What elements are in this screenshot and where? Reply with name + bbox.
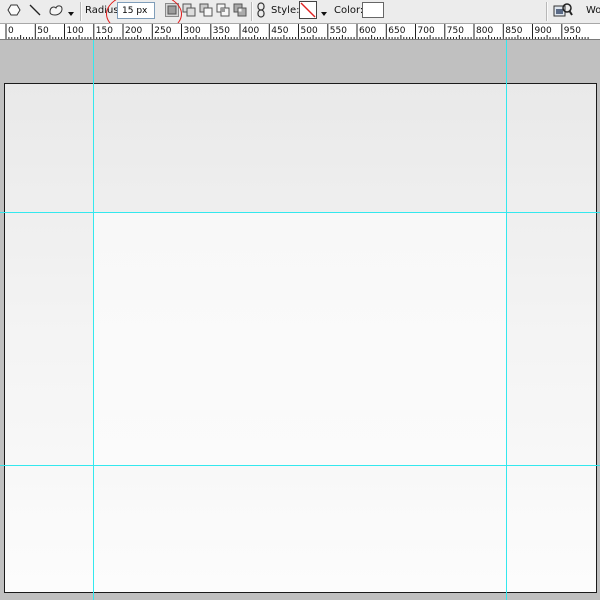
ruler-label: 850 bbox=[505, 26, 522, 36]
ruler-label: 700 bbox=[418, 26, 435, 36]
color-swatch[interactable] bbox=[362, 2, 384, 18]
line-icon bbox=[28, 2, 42, 21]
polygon-icon bbox=[7, 2, 21, 21]
ruler-label: 100 bbox=[67, 26, 84, 36]
custom-shape-icon bbox=[48, 2, 64, 21]
add-to-shape-area-icon bbox=[182, 2, 196, 21]
horizontal-ruler[interactable]: 0 50 100 150 200 250 300 350 400 450 500 550 600 650 7… bbox=[0, 24, 600, 40]
workspace-label: Wo bbox=[586, 5, 600, 16]
exclude-overlapping-areas-icon bbox=[233, 2, 247, 21]
separator bbox=[546, 2, 548, 21]
link-button[interactable] bbox=[254, 0, 268, 23]
exclude-overlapping-areas-button[interactable] bbox=[232, 0, 248, 23]
ruler-label: 950 bbox=[564, 26, 581, 36]
intersect-shape-areas-icon bbox=[216, 2, 230, 21]
separator bbox=[80, 2, 82, 21]
ruler-label: 0 bbox=[8, 26, 14, 36]
new-shape-layer-icon bbox=[165, 2, 179, 21]
subtract-from-shape-area-icon bbox=[199, 2, 213, 21]
ruler-label: 600 bbox=[359, 26, 376, 36]
ruler-label: 400 bbox=[242, 26, 259, 36]
color-label: Color: bbox=[334, 5, 364, 16]
tool-dropdown-button[interactable] bbox=[66, 0, 76, 23]
new-shape-layer-button[interactable] bbox=[164, 0, 180, 23]
ruler-ticks: 0 50 100 150 200 250 300 350 400 450 500 550 600 650 7… bbox=[5, 24, 589, 39]
ruler-label: 350 bbox=[213, 26, 230, 36]
polygon-tool-button[interactable] bbox=[4, 0, 24, 23]
ruler-label: 550 bbox=[330, 26, 347, 36]
ruler-label: 800 bbox=[476, 26, 493, 36]
workspace-button[interactable] bbox=[551, 0, 575, 23]
ruler-label: 450 bbox=[271, 26, 288, 36]
custom-shape-tool-button[interactable] bbox=[46, 0, 66, 23]
ruler-label: 750 bbox=[447, 26, 464, 36]
link-icon bbox=[256, 1, 266, 22]
ruler-label: 200 bbox=[125, 26, 142, 36]
ruler-label: 250 bbox=[154, 26, 171, 36]
chevron-down-icon bbox=[320, 2, 328, 21]
options-bar: Radius: 15 px Style: Color: Wo bbox=[0, 0, 600, 24]
ruler-label: 650 bbox=[388, 26, 405, 36]
line-tool-button[interactable] bbox=[26, 0, 44, 23]
ruler-label: 50 bbox=[37, 26, 49, 36]
separator bbox=[251, 2, 253, 21]
style-label: Style: bbox=[271, 5, 300, 16]
intersect-shape-areas-button[interactable] bbox=[215, 0, 231, 23]
no-style-swatch-icon bbox=[299, 0, 317, 23]
ruler-label: 300 bbox=[184, 26, 201, 36]
ruler-label: 500 bbox=[301, 26, 318, 36]
style-picker[interactable] bbox=[298, 0, 318, 23]
ruler-label: 150 bbox=[96, 26, 113, 36]
radius-input[interactable] bbox=[117, 2, 155, 19]
workspace-icon bbox=[553, 2, 573, 22]
add-to-shape-area-button[interactable] bbox=[181, 0, 197, 23]
style-dropdown-button[interactable] bbox=[319, 0, 329, 23]
subtract-from-shape-area-button[interactable] bbox=[198, 0, 214, 23]
chevron-down-icon bbox=[67, 2, 75, 21]
canvas-center-region bbox=[93, 212, 506, 465]
ruler-label: 900 bbox=[535, 26, 552, 36]
